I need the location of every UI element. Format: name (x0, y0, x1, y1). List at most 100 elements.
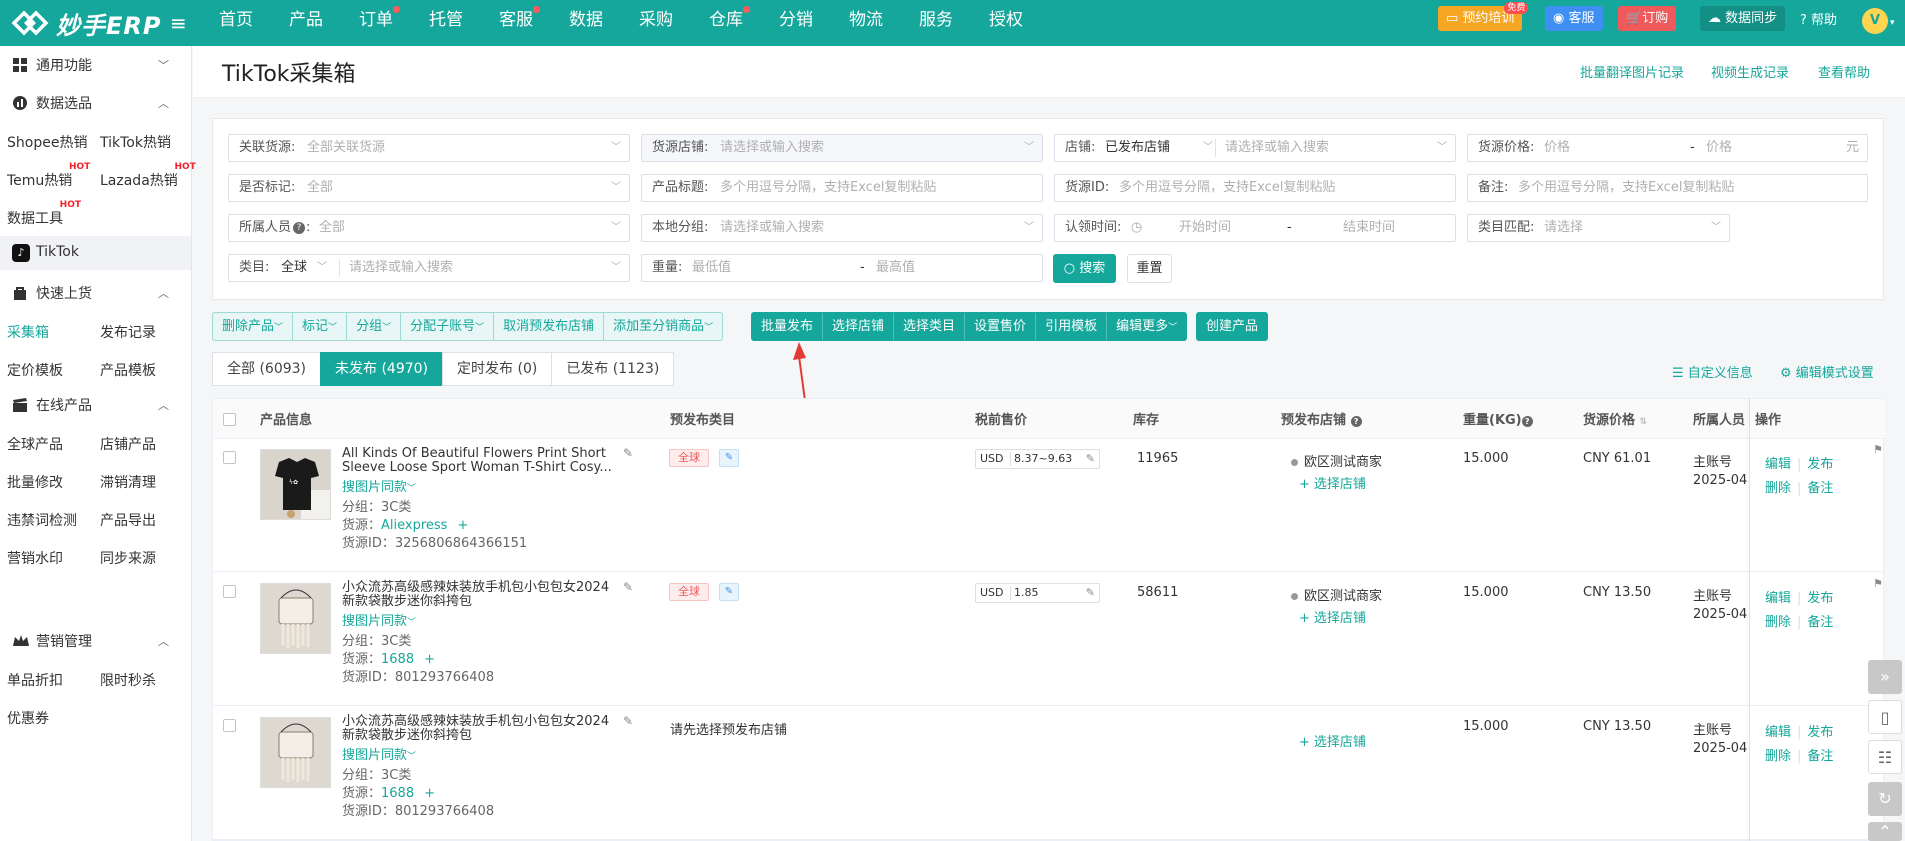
select-shop-link[interactable]: + 选择店铺 (1299, 473, 1366, 492)
sidebar-item-temu-hot[interactable]: Temu热销 HOT (7, 162, 90, 190)
product-thumbnail[interactable]: ϟ✿ (260, 449, 331, 520)
source-price-range[interactable]: 货源价格: 价格 - 价格 元 (1467, 134, 1868, 162)
sidebar-item-online-0[interactable]: 全球产品 (7, 434, 63, 454)
expand-icon[interactable]: » (1868, 660, 1902, 694)
sidebar-item-shopee-hot[interactable]: Shopee热销 (7, 132, 87, 152)
publish-link[interactable]: 发布 (1807, 725, 1833, 740)
tab-0[interactable]: 全部 (6093) (212, 352, 322, 386)
tab-1[interactable]: 未发布 (4970) (320, 352, 444, 386)
source-link[interactable]: Aliexpress (381, 518, 447, 533)
source-id-input[interactable]: 货源ID: 多个用逗号分隔，支持Excel复制粘贴 (1054, 174, 1456, 202)
avatar[interactable]: V (1862, 8, 1888, 34)
tab-3[interactable]: 已发布 (1123) (551, 352, 675, 386)
sidebar-item-data-tools[interactable]: 数据工具 HOT (7, 200, 81, 228)
solid-action-5[interactable]: 编辑更多﹀ (1107, 313, 1186, 340)
edit-category-icon[interactable]: ✎ (719, 583, 739, 601)
sidebar-item-single-discount[interactable]: 单品折扣 (7, 670, 63, 690)
edit-link[interactable]: 编辑 (1765, 725, 1791, 740)
product-thumbnail[interactable] (260, 583, 331, 654)
delete-link[interactable]: 删除 (1765, 615, 1791, 630)
sidebar-item-online-5[interactable]: 产品导出 (100, 510, 156, 530)
solid-action-0[interactable]: 批量发布 (752, 313, 824, 340)
sidebar-group-online[interactable]: 在线产品 ︿ (0, 388, 191, 422)
price-input[interactable]: USD 1.85 ✎ (975, 583, 1100, 603)
scroll-top-icon[interactable]: ⌃ (1868, 822, 1902, 841)
same-image-search-link[interactable]: 搜图片同款﹀ (342, 610, 416, 629)
light-action-2[interactable]: 分组﹀ (347, 313, 402, 340)
price-input[interactable]: USD 8.37~9.63 ✎ (975, 449, 1100, 469)
row-checkbox[interactable] (223, 719, 236, 732)
logo[interactable]: 妙手ERP (10, 6, 161, 40)
select-shop-link[interactable]: + 选择店铺 (1299, 607, 1366, 626)
product-title[interactable]: 小众流苏高级感辣妹装放手机包小包包女2024新款袋散步迷你斜挎包 (342, 715, 622, 743)
claim-time-range[interactable]: 认领时间: ◷ 开始时间 - 结束时间 (1054, 214, 1456, 242)
add-source-icon[interactable]: + (457, 518, 468, 533)
search-button[interactable]: ○ 搜索 (1053, 254, 1116, 283)
edit-link[interactable]: 编辑 (1765, 591, 1791, 606)
sidebar-group-general[interactable]: 通用功能 ﹀ (0, 48, 191, 82)
nav-item-11[interactable]: 授权 (980, 0, 1032, 46)
sidebar-item-flash-sale[interactable]: 限时秒杀 (100, 670, 156, 690)
flag-icon[interactable]: ⚑ (1873, 443, 1883, 456)
note-icon[interactable]: ☷ (1868, 740, 1902, 774)
marked-select[interactable]: 是否标记: 全部 ﹀ (228, 174, 630, 202)
reset-button[interactable]: 重置 (1127, 254, 1172, 283)
row-checkbox[interactable] (223, 451, 236, 464)
row-checkbox[interactable] (223, 585, 236, 598)
sidebar-group-quick-upload[interactable]: 快速上货 ︿ (0, 276, 191, 310)
data-sync-button[interactable]: ☁ 数据同步 (1700, 6, 1786, 31)
nav-item-0[interactable]: 首页 (210, 0, 262, 46)
delete-link[interactable]: 删除 (1765, 749, 1791, 764)
nav-item-1[interactable]: 产品 (280, 0, 332, 46)
help-doc-link[interactable]: 查看帮助 (1818, 62, 1870, 81)
source-shop-select[interactable]: 货源店铺: 请选择或输入搜索 ﹀ (641, 134, 1043, 162)
flag-icon[interactable]: ⚑ (1873, 577, 1883, 590)
batch-translate-record-link[interactable]: 批量翻译图片记录 (1580, 62, 1684, 81)
publish-link[interactable]: 发布 (1807, 591, 1833, 606)
edit-mode-settings-link[interactable]: ⚙ 编辑模式设置 (1780, 362, 1874, 381)
select-shop-link[interactable]: + 选择店铺 (1299, 731, 1366, 750)
light-action-4[interactable]: 取消预发布店铺 (494, 313, 605, 340)
shop-filter[interactable]: 店铺: 已发布店铺 ﹀ 请选择或输入搜索 ﹀ (1054, 134, 1456, 162)
sidebar-item-coupon[interactable]: 优惠券 (7, 708, 49, 728)
add-source-icon[interactable]: + (424, 652, 435, 667)
owner-select[interactable]: 所属人员 ? : 全部 ﹀ (228, 214, 630, 242)
tab-2[interactable]: 定时发布 (0) (442, 352, 553, 386)
same-image-search-link[interactable]: 搜图片同款﹀ (342, 476, 416, 495)
related-source-select[interactable]: 关联货源: 全部关联货源 ﹀ (228, 134, 630, 162)
remark-link[interactable]: 备注 (1807, 749, 1833, 764)
training-button[interactable]: ▭ 预约培训 免费 (1438, 2, 1529, 31)
sidebar-item-collect-box[interactable]: 采集箱 (7, 322, 49, 342)
create-product-button[interactable]: 创建产品 (1196, 312, 1269, 341)
sidebar-item-publish-record[interactable]: 发布记录 (100, 322, 156, 342)
sidebar-group-data[interactable]: 数据选品 ︿ (0, 86, 191, 120)
source-link[interactable]: 1688 (381, 786, 414, 801)
nav-item-9[interactable]: 物流 (840, 0, 892, 46)
product-title[interactable]: All Kinds Of Beautiful Flowers Print Sho… (342, 447, 622, 475)
sidebar-item-online-2[interactable]: 批量修改 (7, 472, 63, 492)
delete-link[interactable]: 删除 (1765, 481, 1791, 496)
edit-icon[interactable]: ✎ (1086, 450, 1095, 468)
sort-icon[interactable]: ⇅ (1640, 417, 1648, 427)
nav-item-3[interactable]: 托管 (420, 0, 472, 46)
phone-icon[interactable]: ▯ (1868, 700, 1902, 734)
solid-action-2[interactable]: 选择类目 (894, 313, 966, 340)
product-title[interactable]: 小众流苏高级感辣妹装放手机包小包包女2024新款袋散步迷你斜挎包 (342, 581, 622, 609)
edit-category-icon[interactable]: ✎ (719, 449, 739, 467)
edit-icon[interactable]: ✎ (623, 446, 633, 460)
source-link[interactable]: 1688 (381, 652, 414, 667)
category-match-select[interactable]: 类目匹配: 请选择 ﹀ (1467, 214, 1730, 242)
sidebar-group-marketing[interactable]: 营销管理 ︿ (0, 624, 191, 658)
sidebar-item-online-4[interactable]: 违禁词检测 (7, 510, 77, 530)
solid-action-4[interactable]: 引用模板 (1036, 313, 1108, 340)
service-button[interactable]: ◉ 客服 (1545, 6, 1603, 31)
local-group-select[interactable]: 本地分组: 请选择或输入搜索 ﹀ (641, 214, 1043, 242)
nav-item-5[interactable]: 数据 (560, 0, 612, 46)
sidebar-item-lazada-hot[interactable]: Lazada热销 HOT (100, 162, 196, 190)
edit-icon[interactable]: ✎ (623, 714, 633, 728)
weight-range[interactable]: 重量: 最低值 - 最高值 (641, 254, 1043, 282)
same-image-search-link[interactable]: 搜图片同款﹀ (342, 744, 416, 763)
video-record-link[interactable]: 视频生成记录 (1711, 62, 1789, 81)
nav-item-2[interactable]: 订单 (350, 0, 402, 46)
publish-link[interactable]: 发布 (1807, 457, 1833, 472)
